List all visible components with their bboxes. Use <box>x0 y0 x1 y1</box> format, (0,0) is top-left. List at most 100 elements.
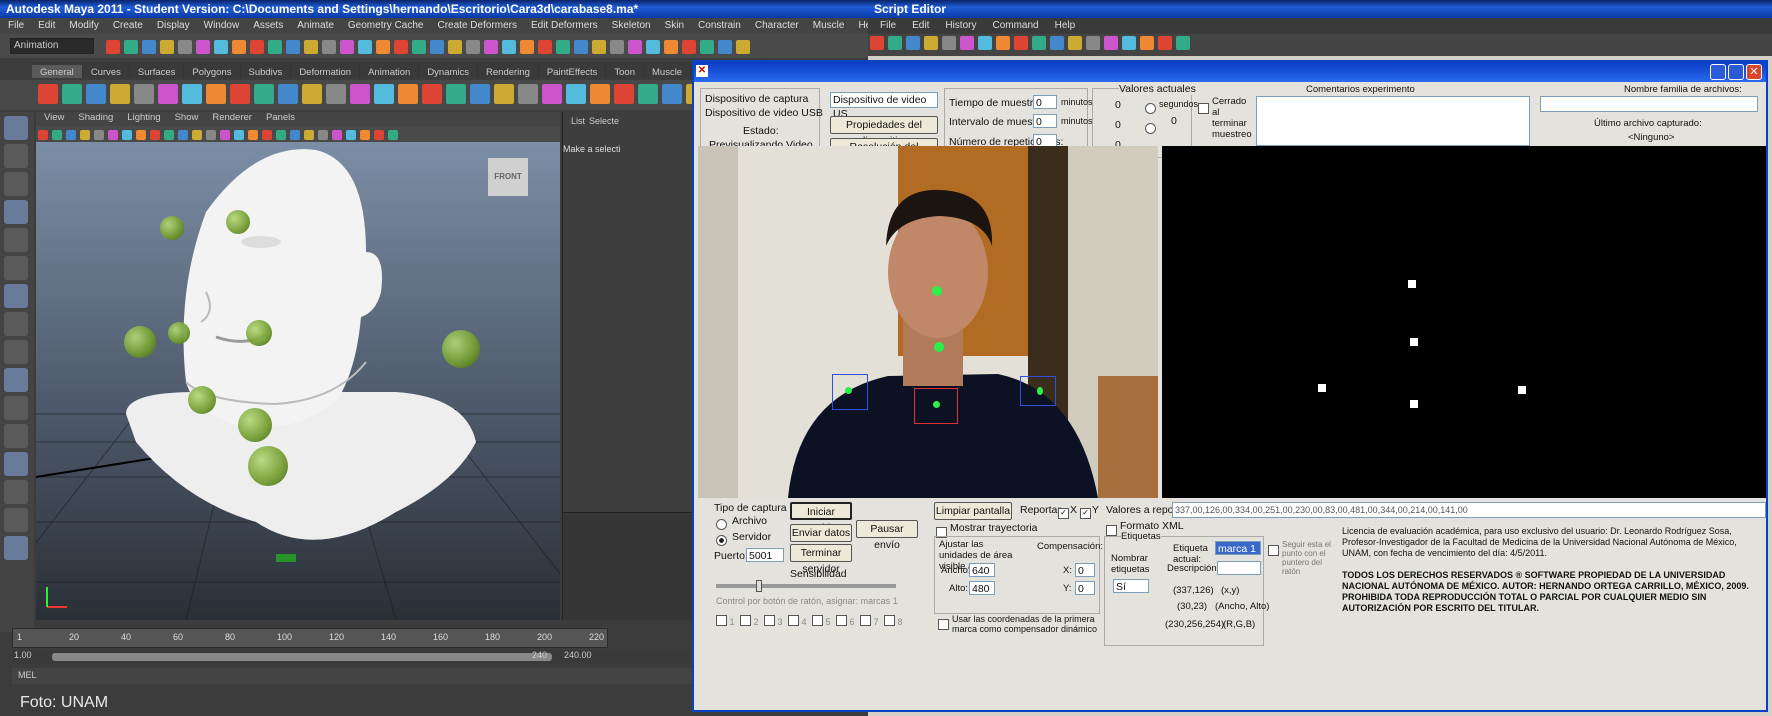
tool-icon[interactable] <box>736 39 750 54</box>
tool-icon[interactable] <box>220 129 230 140</box>
pause-send-button[interactable]: Pausar envío <box>856 520 918 551</box>
menu-item[interactable]: Character <box>755 18 799 34</box>
tool-icon[interactable] <box>700 39 714 54</box>
tool-icon[interactable] <box>232 39 246 54</box>
tool-icon[interactable] <box>4 116 28 140</box>
tool-icon[interactable] <box>262 129 272 140</box>
menu-item[interactable]: Window <box>204 18 240 34</box>
tool-icon[interactable] <box>662 84 682 104</box>
tool-icon[interactable] <box>304 129 314 140</box>
tool-icon[interactable] <box>66 129 76 140</box>
marker-checkbox[interactable]: 8 <box>884 612 903 630</box>
report-y-checkbox[interactable]: ✓ <box>1080 505 1091 523</box>
menu-item[interactable]: Edit <box>912 18 929 34</box>
maximize-button[interactable] <box>1728 64 1744 80</box>
tracking-box[interactable] <box>832 374 868 410</box>
panel-menu-item[interactable]: Show <box>175 112 199 126</box>
menu-item[interactable]: Command <box>992 18 1038 34</box>
tool-icon[interactable] <box>302 84 322 104</box>
panel-menu-item[interactable]: View <box>44 112 64 126</box>
tool-icon[interactable] <box>142 39 156 54</box>
menu-item[interactable]: Edit <box>38 18 55 34</box>
tool-icon[interactable] <box>4 452 28 476</box>
clear-screen-button[interactable]: Limpiar pantalla <box>934 502 1012 520</box>
shelf-tab[interactable]: PaintEffects <box>539 65 607 78</box>
tool-icon[interactable] <box>1050 35 1064 50</box>
tool-icon[interactable] <box>4 312 28 336</box>
tool-icon[interactable] <box>206 84 226 104</box>
shelf-tab[interactable]: Curves <box>83 65 130 78</box>
tool-icon[interactable] <box>150 129 160 140</box>
tool-icon[interactable] <box>340 39 354 54</box>
device-select[interactable]: Dispositivo de video US <box>830 92 938 120</box>
tool-icon[interactable] <box>268 39 282 54</box>
tool-icon[interactable] <box>4 536 28 560</box>
right-panel-tab[interactable]: List <box>571 116 585 126</box>
tool-icon[interactable] <box>574 39 588 54</box>
tool-icon[interactable] <box>276 129 286 140</box>
tool-icon[interactable] <box>1140 35 1154 50</box>
menu-set-dropdown[interactable]: Animation <box>10 38 94 54</box>
marker-checkbox[interactable]: 1 <box>716 612 735 630</box>
values-to-report-field[interactable]: 337,00,126,00,334,00,251,00,230,00,83,00… <box>1172 502 1766 518</box>
tool-icon[interactable] <box>4 396 28 420</box>
tool-icon[interactable] <box>4 508 28 532</box>
marker-checkbox[interactable]: 5 <box>812 612 831 630</box>
tool-icon[interactable] <box>924 35 938 50</box>
end-sample-checkbox[interactable] <box>1198 100 1209 118</box>
tool-icon[interactable] <box>376 39 390 54</box>
menu-item[interactable]: Help <box>858 18 868 34</box>
tool-icon[interactable] <box>996 35 1010 50</box>
tool-icon[interactable] <box>286 39 300 54</box>
tool-icon[interactable] <box>470 84 490 104</box>
range-bar[interactable] <box>52 653 552 661</box>
tool-icon[interactable] <box>502 39 516 54</box>
tool-icon[interactable] <box>360 129 370 140</box>
tool-icon[interactable] <box>906 35 920 50</box>
menu-item[interactable]: Geometry Cache <box>348 18 424 34</box>
follow-pointer-checkbox[interactable] <box>1268 542 1279 560</box>
tool-icon[interactable] <box>960 35 974 50</box>
tool-icon[interactable] <box>358 39 372 54</box>
marker-checkbox[interactable]: 3 <box>764 612 783 630</box>
tool-icon[interactable] <box>164 129 174 140</box>
marker-checkbox[interactable]: 6 <box>836 612 855 630</box>
tool-icon[interactable] <box>430 39 444 54</box>
tool-icon[interactable] <box>278 84 298 104</box>
tool-icon[interactable] <box>394 39 408 54</box>
minimize-button[interactable] <box>1710 64 1726 80</box>
tool-icon[interactable] <box>178 39 192 54</box>
shelf-tab[interactable]: Deformation <box>291 65 361 78</box>
tool-icon[interactable] <box>412 39 426 54</box>
tool-icon[interactable] <box>346 129 356 140</box>
tool-icon[interactable] <box>326 84 346 104</box>
menu-item[interactable]: Display <box>157 18 190 34</box>
tool-icon[interactable] <box>52 129 62 140</box>
tracking-canvas[interactable] <box>1162 146 1766 498</box>
comments-textarea[interactable] <box>1256 96 1530 146</box>
tool-icon[interactable] <box>682 39 696 54</box>
tool-icon[interactable] <box>160 39 174 54</box>
shelf-tab[interactable]: Animation <box>360 65 420 78</box>
tool-icon[interactable] <box>1014 35 1028 50</box>
tool-icon[interactable] <box>4 368 28 392</box>
tool-icon[interactable] <box>590 84 610 104</box>
menu-item[interactable]: File <box>8 18 24 34</box>
tool-icon[interactable] <box>638 84 658 104</box>
tool-icon[interactable] <box>628 39 642 54</box>
tool-icon[interactable] <box>230 84 250 104</box>
filename-input[interactable] <box>1540 96 1758 112</box>
tool-icon[interactable] <box>610 39 624 54</box>
tool-icon[interactable] <box>388 129 398 140</box>
shelf-tab[interactable]: Muscle <box>644 65 692 78</box>
tool-icon[interactable] <box>466 39 480 54</box>
tool-icon[interactable] <box>122 129 132 140</box>
server-radio[interactable] <box>716 532 731 550</box>
tool-icon[interactable] <box>332 129 342 140</box>
panel-menu-item[interactable]: Panels <box>266 112 295 126</box>
tool-icon[interactable] <box>196 39 210 54</box>
marker-checkbox[interactable]: 4 <box>788 612 807 630</box>
viewcube[interactable]: FRONT <box>488 158 528 196</box>
menu-item[interactable]: Skin <box>665 18 684 34</box>
panel-menu-item[interactable]: Shading <box>78 112 113 126</box>
